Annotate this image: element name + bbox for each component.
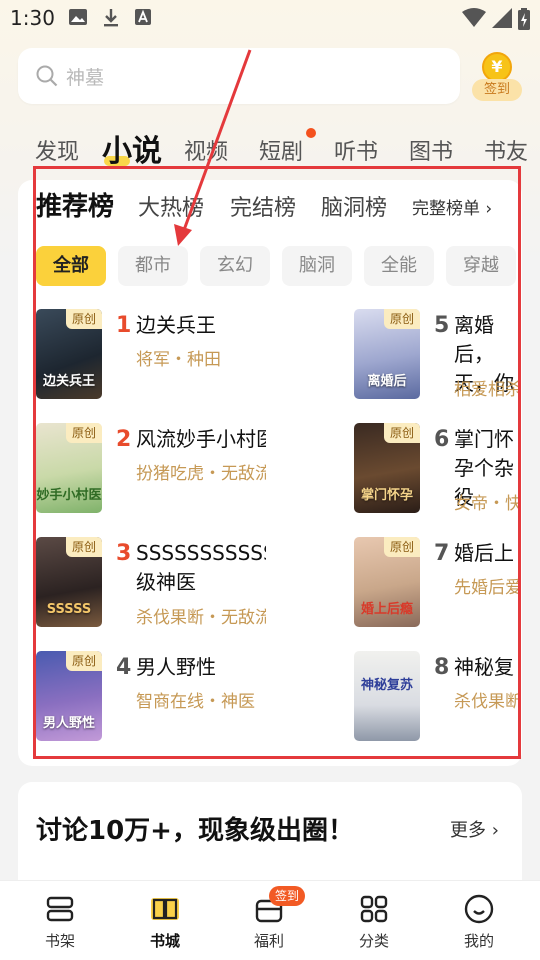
status-time: 1:30 (10, 6, 55, 30)
tab-discover[interactable]: 发现 (35, 134, 79, 166)
status-bar: 1:30 (0, 0, 540, 38)
tab-audiobook[interactable]: 听书 (334, 134, 378, 166)
nav-profile[interactable]: 我的 (439, 881, 519, 960)
nav-label: 书城 (149, 932, 180, 950)
signal-icon (492, 8, 512, 28)
search-bar[interactable]: 神墓 (18, 48, 460, 104)
nav-label: 书架 (44, 932, 75, 950)
more-label: 更多 (450, 820, 486, 841)
search-placeholder: 神墓 (66, 67, 105, 89)
battery-icon (518, 8, 530, 30)
smile-icon (464, 894, 494, 924)
nav-label: 分类 (358, 932, 389, 950)
chevron-right-icon: › (486, 820, 499, 841)
discussion-title: 讨论10万+，现象级出圈！ (36, 816, 354, 846)
nav-bookshelf[interactable]: 书架 (20, 881, 100, 960)
discussion-more-link[interactable]: 更多 › (450, 816, 499, 842)
image-icon (69, 9, 87, 25)
signin-badge: 签到 (269, 886, 306, 906)
wifi-icon (462, 8, 486, 27)
highlight-box (33, 166, 521, 759)
nav-bookstore[interactable]: 书城 (125, 881, 205, 960)
download-icon (104, 9, 118, 27)
tab-short-drama[interactable]: 短剧 (259, 134, 303, 166)
nav-label: 我的 (463, 932, 494, 950)
signin-button[interactable]: ¥ 签到 (470, 50, 524, 104)
tab-book-friends[interactable]: 书友 (484, 134, 528, 166)
nav-category[interactable]: 分类 (334, 881, 414, 960)
font-icon (135, 9, 151, 25)
tab-novel[interactable]: 小说 (102, 126, 162, 170)
bottom-nav: 书架 书城 签到 福利 分类 我的 (0, 880, 540, 960)
coin-icon: ¥ (482, 52, 512, 82)
open-book-icon (151, 898, 179, 920)
signin-label: 签到 (472, 79, 522, 101)
nav-welfare[interactable]: 签到 福利 (229, 881, 309, 960)
category-tabs: 发现 小说 视频 短剧 听书 图书 书友 (0, 122, 540, 172)
nav-label: 福利 (253, 932, 284, 950)
search-icon (36, 65, 58, 87)
tab-books[interactable]: 图书 (409, 134, 453, 166)
new-dot-badge (306, 128, 316, 138)
tab-video[interactable]: 视频 (184, 134, 228, 166)
bookshelf-icon (46, 896, 74, 922)
grid-icon (360, 895, 388, 923)
